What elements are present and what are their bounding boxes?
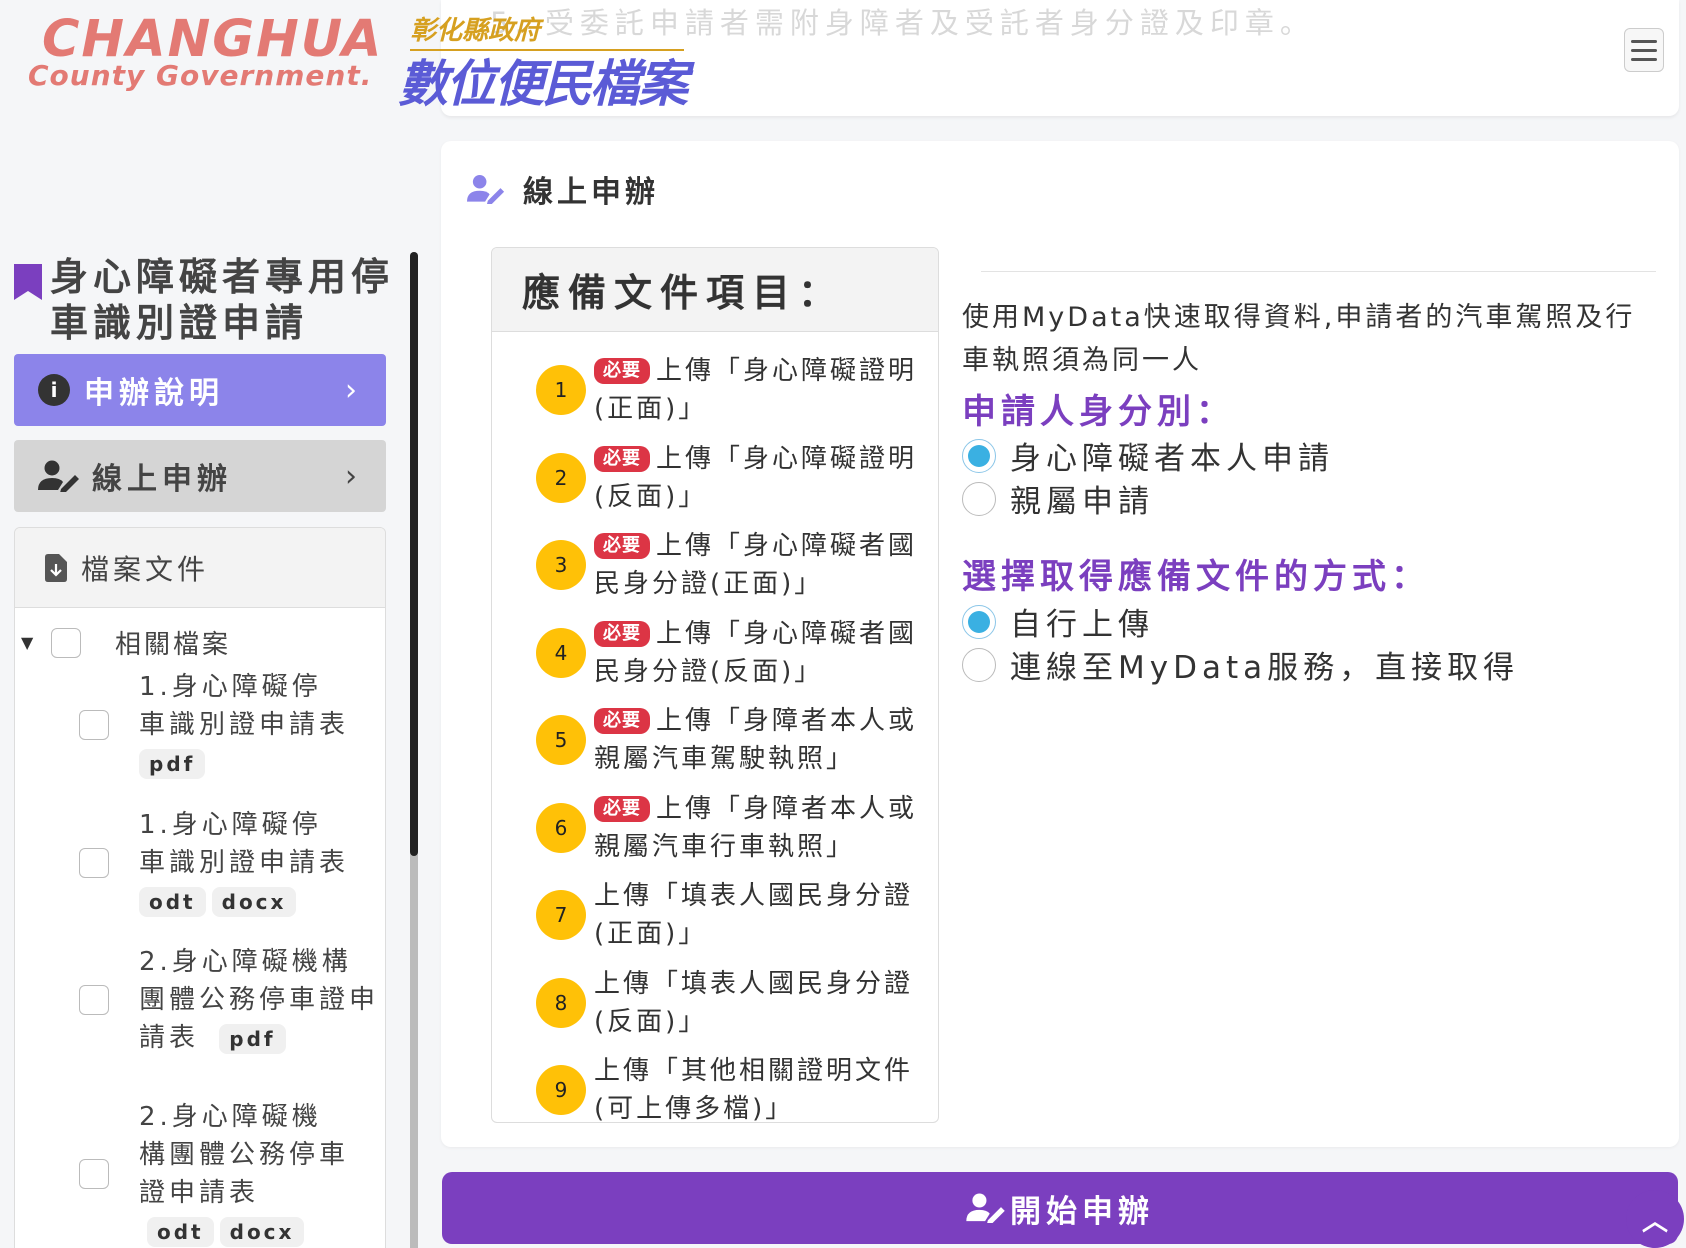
identity-title: 申請人身分別： (962, 392, 1235, 432)
file-label[interactable]: 2.身心障礙機構團體公務停車證申請表 (139, 1102, 349, 1208)
step-number: 1 (536, 365, 586, 415)
file-item[interactable]: 1.身心障礙停車識別證申請表 odt docx (79, 806, 379, 920)
radio-label[interactable]: 身心障礙者本人申請 (1010, 433, 1334, 478)
files-header-label: 檔案文件 (81, 552, 210, 586)
file-checkbox[interactable] (79, 985, 109, 1015)
required-docs-header: 應備文件項目： (492, 248, 938, 332)
doc-item: 2 必要 上傳「身心障礙證明(反面)」 (536, 440, 926, 516)
explain-button-label: 申辦說明 (84, 376, 224, 411)
tree-root-label: 相關檔案 (115, 630, 232, 660)
radio-label[interactable]: 親屬申請 (1010, 476, 1154, 521)
online-apply-label: 線上申辦 (92, 462, 232, 497)
file-item[interactable]: 2.身心障礙機構團體公務停車證申請表 odt docx (79, 1098, 379, 1248)
online-apply-card: 線上申辦 應備文件項目： 1 必要 上傳「身心障礙證明(正面)」 2 必要 上傳「身… (441, 141, 1679, 1147)
site-logo[interactable]: CHANGHUA County Government. 彰化縣政府 數位便民檔案 (28, 8, 688, 113)
file-tag[interactable]: pdf (139, 749, 206, 779)
required-badge: 必要 (594, 533, 650, 559)
doc-item: 6 必要 上傳「身障者本人或親屬汽車行車執照」 (536, 790, 926, 866)
file-tag[interactable]: pdf (219, 1024, 286, 1054)
sidebar-scrollbar-thumb[interactable] (410, 252, 418, 856)
doc-item: 1 必要 上傳「身心障礙證明(正面)」 (536, 352, 926, 428)
method-option-mydata[interactable]: 連線至MyData服務，直接取得 (962, 642, 1519, 687)
file-checkbox[interactable] (79, 710, 109, 740)
doc-item: 3 必要 上傳「身心障礙者國民身分證(正面)」 (536, 527, 926, 603)
sidebar-title-block: 身心障礙者專用停車識別證申請 (14, 254, 394, 346)
files-header: 檔案文件 (15, 528, 385, 608)
file-tag[interactable]: docx (219, 1217, 305, 1247)
file-checkbox[interactable] (79, 848, 109, 878)
doc-item: 8 上傳「填表人國民身分證(反面)」 (536, 965, 926, 1041)
logo-en-line2: County Government. (28, 59, 373, 92)
radio-label[interactable]: 自行上傳 (1010, 599, 1154, 644)
doc-item: 4 必要 上傳「身心障礙者國民身分證(反面)」 (536, 615, 926, 691)
radio-unselected[interactable] (962, 647, 996, 682)
doc-item: 5 必要 上傳「身障者本人或親屬汽車駕駛執照」 (536, 702, 926, 778)
start-apply-button[interactable]: 開始申辦 (442, 1172, 1678, 1244)
required-badge: 必要 (594, 621, 650, 647)
card-title: 線上申辦 (523, 175, 659, 210)
radio-label[interactable]: 連線至MyData服務，直接取得 (1010, 642, 1519, 687)
hamburger-icon[interactable] (1624, 28, 1664, 72)
step-number: 3 (536, 540, 586, 590)
mydata-note: 使用MyData快速取得資料,申請者的汽車駕照及行車執照須為同一人 (962, 302, 1636, 376)
chevron-up-icon[interactable]: ︿ (1626, 1190, 1684, 1248)
required-badge: 必要 (594, 446, 650, 472)
tree-root[interactable]: ▼ 相關檔案 (21, 624, 231, 661)
card-heading: 線上申辦 (467, 167, 659, 211)
step-number: 6 (536, 803, 586, 853)
file-tag[interactable]: odt (147, 1217, 214, 1247)
required-badge: 必要 (594, 708, 650, 734)
doc-label: 上傳「填表人國民身分證(反面)」 (594, 969, 914, 1037)
sidebar-title: 身心障礙者專用停車識別證申請 (50, 255, 395, 345)
step-number: 8 (536, 978, 586, 1028)
required-badge: 必要 (594, 358, 650, 384)
explain-button[interactable]: i 申辦說明 › (14, 354, 386, 426)
file-tag[interactable]: odt (139, 887, 206, 917)
doc-label: 上傳「其他相關證明文件(可上傳多檔)」 (594, 1056, 914, 1123)
caret-down-icon[interactable]: ▼ (21, 633, 51, 652)
files-panel: 檔案文件 ▼ 相關檔案 1.身心障礙停車識別證申請表 pdf 1.身心障礙停車識… (14, 527, 386, 1248)
file-label[interactable]: 1.身心障礙停車識別證申請表 (139, 668, 349, 744)
online-apply-button[interactable]: 線上申辦 › (14, 440, 386, 512)
radio-unselected[interactable] (962, 481, 996, 516)
method-title: 選擇取得應備文件的方式： (962, 557, 1430, 597)
step-number: 5 (536, 715, 586, 765)
doc-item: 9 上傳「其他相關證明文件(可上傳多檔)」 (536, 1052, 926, 1123)
radio-selected[interactable] (962, 438, 996, 473)
file-download-icon (45, 553, 67, 582)
user-edit-icon (38, 460, 79, 492)
chevron-right-icon: › (345, 372, 362, 408)
step-number: 4 (536, 628, 586, 678)
file-label[interactable]: 1.身心障礙停車識別證申請表 (139, 806, 349, 882)
doc-item: 7 上傳「填表人國民身分證(正面)」 (536, 877, 926, 953)
doc-label: 上傳「填表人國民身分證(正面)」 (594, 881, 914, 949)
file-checkbox[interactable] (79, 1159, 109, 1189)
chevron-right-icon: › (345, 458, 362, 494)
radio-selected[interactable] (962, 604, 996, 639)
identity-option-relative[interactable]: 親屬申請 (962, 476, 1154, 521)
info-icon: i (38, 374, 70, 406)
file-tag[interactable]: docx (211, 887, 297, 917)
user-edit-icon (467, 174, 505, 204)
file-item[interactable]: 1.身心障礙停車識別證申請表 pdf (79, 668, 379, 782)
user-edit-icon (966, 1193, 1005, 1223)
step-number: 9 (536, 1065, 586, 1115)
required-badge: 必要 (594, 796, 650, 822)
file-item[interactable]: 2.身心障礙機構團體公務停車證申請表 pdf (79, 943, 379, 1057)
bookmark-icon (14, 264, 42, 300)
step-number: 7 (536, 890, 586, 940)
required-docs-panel: 應備文件項目： 1 必要 上傳「身心障礙證明(正面)」 2 必要 上傳「身心障礙證明… (491, 247, 939, 1123)
start-apply-label: 開始申辦 (1010, 1193, 1154, 1230)
step-number: 2 (536, 453, 586, 503)
tree-root-checkbox[interactable] (51, 627, 81, 658)
identity-option-self[interactable]: 身心障礙者本人申請 (962, 433, 1334, 478)
method-option-upload[interactable]: 自行上傳 (962, 599, 1154, 644)
right-divider (961, 271, 1656, 272)
logo-zh-line2: 數位便民檔案 (398, 55, 688, 113)
